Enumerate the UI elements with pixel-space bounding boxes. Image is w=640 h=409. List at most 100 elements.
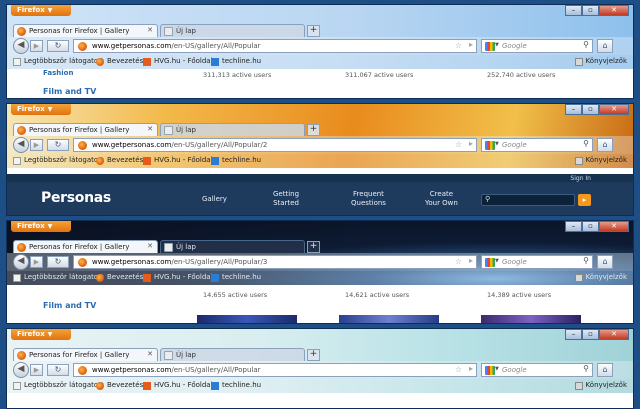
url-bar[interactable]: www.getpersonas.com/en-US/gallery/All/Po…: [73, 138, 477, 152]
bookmark-hvg[interactable]: HVG.hu - Főoldal: [143, 57, 213, 66]
search-bar[interactable]: ▼ Google ⚲: [481, 138, 593, 152]
reload-button[interactable]: ↻: [47, 364, 69, 376]
reload-button[interactable]: ↻: [47, 139, 69, 151]
bookmark-most-visited[interactable]: Legtöbbször látogatott: [13, 57, 104, 66]
google-icon[interactable]: [485, 258, 495, 267]
firefox-menu-button[interactable]: Firefox ▼: [11, 329, 71, 340]
search-icon[interactable]: ⚲: [583, 256, 589, 265]
minimize-button[interactable]: –: [565, 329, 582, 340]
site-search-go-button[interactable]: ▸: [578, 194, 591, 206]
back-button[interactable]: ◀: [13, 38, 29, 54]
close-button[interactable]: ✕: [599, 104, 629, 115]
reload-button[interactable]: ↻: [47, 256, 69, 268]
search-bar[interactable]: ▼ Google ⚲: [481, 39, 593, 53]
close-button[interactable]: ✕: [599, 221, 629, 232]
firefox-menu-button[interactable]: Firefox ▼: [11, 104, 71, 115]
google-icon[interactable]: [485, 366, 495, 375]
site-search-input[interactable]: ⚲: [481, 194, 575, 206]
bookmark-hvg[interactable]: HVG.hu - Főoldal: [143, 156, 213, 165]
nav-gallery[interactable]: Gallery: [202, 195, 227, 204]
bookmark-bevezetes[interactable]: Bevezetés: [96, 57, 143, 66]
close-tab-icon[interactable]: ✕: [147, 242, 153, 250]
google-icon[interactable]: [485, 141, 495, 150]
nav-frequent-questions[interactable]: Frequent Questions: [351, 190, 386, 208]
tab-personas-gallery[interactable]: Personas for Firefox | Gallery ✕: [13, 123, 158, 136]
new-tab-button[interactable]: +: [307, 25, 320, 37]
close-tab-icon[interactable]: ✕: [147, 350, 153, 358]
new-tab-button[interactable]: +: [307, 241, 320, 253]
back-button[interactable]: ◀: [13, 137, 29, 153]
minimize-button[interactable]: –: [565, 104, 582, 115]
bookmarks-menu[interactable]: Könyvjelzők: [574, 381, 627, 390]
back-button[interactable]: ◀: [13, 362, 29, 378]
persona-thumbnail[interactable]: [339, 315, 439, 323]
tab-personas-gallery[interactable]: Personas for Firefox | Gallery ✕: [13, 24, 158, 37]
tab-personas-gallery[interactable]: Personas for Firefox | Gallery ✕: [13, 240, 158, 253]
google-icon[interactable]: [485, 42, 495, 51]
url-bar[interactable]: www.getpersonas.com/en-US/gallery/All/Po…: [73, 39, 477, 53]
maximize-button[interactable]: ▫: [582, 5, 599, 16]
tab-new[interactable]: Új lap: [160, 240, 305, 253]
search-icon[interactable]: ⚲: [583, 364, 589, 373]
bookmark-techline[interactable]: techline.hu: [211, 57, 261, 66]
forward-button[interactable]: ▶: [30, 139, 43, 151]
forward-button[interactable]: ▶: [30, 364, 43, 376]
nav-create-your-own[interactable]: Create Your Own: [425, 190, 458, 208]
home-button[interactable]: ⌂: [597, 255, 613, 269]
forward-button[interactable]: ▶: [30, 256, 43, 268]
maximize-button[interactable]: ▫: [582, 221, 599, 232]
bookmark-most-visited[interactable]: Legtöbbször látogatott: [13, 381, 104, 390]
minimize-button[interactable]: –: [565, 221, 582, 232]
firefox-menu-button[interactable]: Firefox ▼: [11, 221, 71, 232]
personas-logo[interactable]: Personas: [41, 190, 111, 206]
bookmark-techline[interactable]: techline.hu: [211, 156, 261, 165]
forward-button[interactable]: ▶: [30, 40, 43, 52]
bookmark-most-visited[interactable]: Legtöbbször látogatott: [13, 156, 104, 165]
bookmark-bevezetes[interactable]: Bevezetés: [96, 381, 143, 390]
go-arrow-icon[interactable]: ▸: [469, 139, 473, 148]
tab-new[interactable]: Új lap: [160, 348, 305, 361]
tab-personas-gallery[interactable]: Personas for Firefox | Gallery ✕: [13, 348, 158, 361]
new-tab-button[interactable]: +: [307, 124, 320, 136]
bookmarks-menu[interactable]: Könyvjelzők: [574, 273, 627, 282]
home-button[interactable]: ⌂: [597, 39, 613, 53]
url-bar[interactable]: www.getpersonas.com/en-US/gallery/All/Po…: [73, 255, 477, 269]
minimize-button[interactable]: –: [565, 5, 582, 16]
close-button[interactable]: ✕: [599, 5, 629, 16]
go-arrow-icon[interactable]: ▸: [469, 364, 473, 373]
category-link-film-tv[interactable]: Film and TV: [43, 87, 96, 96]
maximize-button[interactable]: ▫: [582, 104, 599, 115]
bookmark-techline[interactable]: techline.hu: [211, 273, 261, 282]
maximize-button[interactable]: ▫: [582, 329, 599, 340]
bookmark-star-icon[interactable]: ☆: [455, 365, 462, 374]
bookmark-most-visited[interactable]: Legtöbbször látogatott: [13, 273, 104, 282]
url-bar[interactable]: www.getpersonas.com/en-US/gallery/All/Po…: [73, 363, 477, 377]
close-tab-icon[interactable]: ✕: [147, 125, 153, 133]
go-arrow-icon[interactable]: ▸: [469, 256, 473, 265]
new-tab-button[interactable]: +: [307, 349, 320, 361]
sign-in-link[interactable]: Sign In: [570, 175, 591, 182]
bookmark-star-icon[interactable]: ☆: [455, 140, 462, 149]
bookmark-star-icon[interactable]: ☆: [455, 41, 462, 50]
bookmark-hvg[interactable]: HVG.hu - Főoldal: [143, 381, 213, 390]
nav-getting-started[interactable]: Getting Started: [273, 190, 299, 208]
close-button[interactable]: ✕: [599, 329, 629, 340]
search-bar[interactable]: ▼ Google ⚲: [481, 255, 593, 269]
tab-new[interactable]: Új lap: [160, 123, 305, 136]
bookmark-bevezetes[interactable]: Bevezetés: [96, 273, 143, 282]
bookmarks-menu[interactable]: Könyvjelzők: [574, 156, 627, 165]
go-arrow-icon[interactable]: ▸: [469, 40, 473, 49]
close-tab-icon[interactable]: ✕: [147, 26, 153, 34]
bookmark-hvg[interactable]: HVG.hu - Főoldal: [143, 273, 213, 282]
persona-thumbnail[interactable]: [197, 315, 297, 323]
category-link-film-tv[interactable]: Film and TV: [43, 301, 96, 310]
bookmarks-menu[interactable]: Könyvjelzők: [574, 57, 627, 66]
back-button[interactable]: ◀: [13, 254, 29, 270]
bookmark-bevezetes[interactable]: Bevezetés: [96, 156, 143, 165]
bookmark-techline[interactable]: techline.hu: [211, 381, 261, 390]
category-link-fashion[interactable]: Fashion: [43, 69, 73, 77]
search-bar[interactable]: ▼ Google ⚲: [481, 363, 593, 377]
home-button[interactable]: ⌂: [597, 138, 613, 152]
search-icon[interactable]: ⚲: [583, 40, 589, 49]
bookmark-star-icon[interactable]: ☆: [455, 257, 462, 266]
